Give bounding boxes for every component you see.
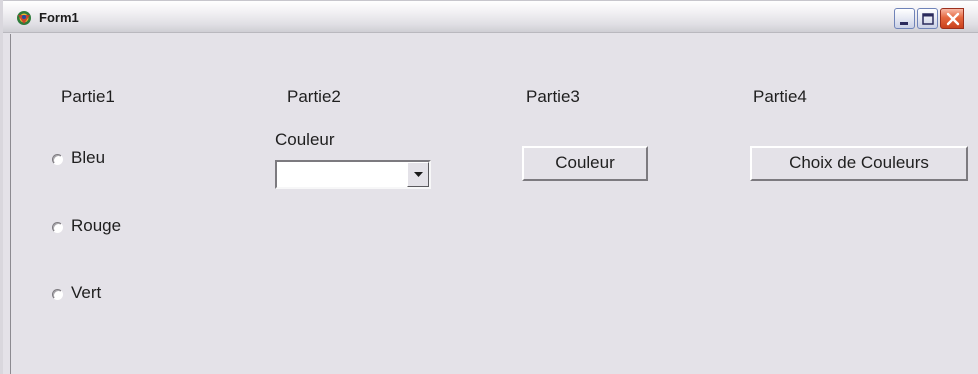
close-icon [946,12,960,26]
chevron-down-icon [414,172,423,177]
close-button[interactable] [940,8,964,29]
couleur-combo[interactable] [275,160,431,189]
radio-circle-icon[interactable] [52,153,63,165]
section-label-partie3: Partie3 [526,87,580,106]
section-label-partie2: Partie2 [287,87,341,106]
radio-label-vert: Vert [71,283,102,302]
form-window: Form1 Partie1 Partie2 Partie3 Partie4 Bl… [0,0,978,374]
window-title: Form1 [39,10,79,25]
minimize-icon [900,22,908,25]
combo-label: Couleur [275,130,335,149]
radio-label-rouge: Rouge [71,216,122,235]
section-label-partie4: Partie4 [753,87,807,106]
maximize-button[interactable] [917,8,938,29]
choix-couleurs-button[interactable]: Choix de Couleurs [750,146,968,181]
radio-label-bleu: Bleu [71,148,106,167]
delphi-app-icon [17,11,31,25]
title-bar[interactable]: Form1 [3,0,978,33]
radio-circle-icon[interactable] [52,221,63,233]
minimize-button[interactable] [894,8,915,29]
radio-circle-icon[interactable] [52,288,63,300]
section-label-partie1: Partie1 [61,87,115,106]
radio-rouge[interactable]: Rouge [52,214,121,238]
couleur-button[interactable]: Couleur [522,146,648,181]
radio-bleu[interactable]: Bleu [52,146,105,170]
radio-vert[interactable]: Vert [52,281,101,305]
dropdown-button[interactable] [407,162,429,187]
maximize-icon [922,13,934,25]
